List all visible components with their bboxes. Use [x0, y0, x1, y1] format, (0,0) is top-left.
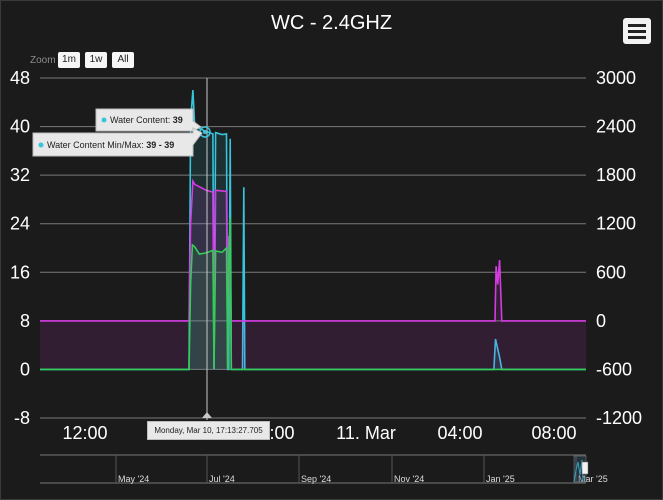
navigator-label: Jan '25	[486, 474, 515, 484]
y-left-tick-label: 32	[10, 165, 30, 185]
y-left-tick-label: 24	[10, 214, 30, 234]
navigator-label: Jul '24	[209, 474, 235, 484]
x-tick-label: 11. Mar	[336, 423, 396, 443]
svg-text:Water Content Min/Max: 39 - 39: Water Content Min/Max: 39 - 39	[47, 140, 174, 150]
y-left-tick-label: 48	[10, 68, 30, 88]
y-right-tick-label: 2400	[596, 117, 636, 137]
chart-svg[interactable]: 48 40 32 24 16 8 0 -8 3000 2400 1800 1200 600 0 -600 -…	[0, 0, 663, 500]
tooltip-minmax-value: 39 - 39	[146, 140, 174, 150]
navigator-label: May '24	[118, 474, 149, 484]
hover-marker-dot	[203, 130, 207, 134]
y-right-tick-label: 1800	[596, 165, 636, 185]
svg-text:Water Content: 39: Water Content: 39	[110, 115, 183, 125]
crosshair-pointer	[202, 412, 212, 418]
tooltip-water-content-minmax: Water Content Min/Max: 39 - 39	[32, 127, 203, 157]
x-tick-label: 04:00	[437, 423, 482, 443]
tooltip-date-label: Monday, Mar 10, 17:13:27.705	[147, 421, 270, 440]
tooltip-minmax-label: Water Content Min/Max:	[47, 140, 146, 150]
y-right-tick-label: 0	[596, 311, 606, 331]
tooltip-wc-value: 39	[173, 115, 183, 125]
y-left-tick-label: 0	[20, 359, 30, 379]
series-area	[40, 181, 586, 370]
y-right-tick-label: 600	[596, 262, 626, 282]
x-tick-label: 08:00	[531, 423, 576, 443]
tooltip-wc-label: Water Content:	[110, 115, 173, 125]
y-left-tick-label: 16	[10, 262, 30, 282]
tooltip-water-content: Water Content: 39	[95, 108, 202, 132]
navigator-label: Nov '24	[394, 474, 424, 484]
y-left-tick-label: -8	[14, 408, 30, 428]
y-right-tick-label: -1200	[596, 408, 642, 428]
navigator-handle[interactable]	[581, 461, 589, 475]
x-tick-label: 12:00	[62, 423, 107, 443]
y-right-tick-label: 1200	[596, 214, 636, 234]
y-left-tick-label: 8	[20, 311, 30, 331]
navigator[interactable]: May '24 Jul '24 Sep '24 Nov '24 Jan '25 Mar '…	[40, 454, 608, 484]
y-right-tick-label: 3000	[596, 68, 636, 88]
navigator-label: Sep '24	[301, 474, 331, 484]
y-left-tick-label: 40	[10, 117, 30, 137]
y-right-tick-label: -600	[596, 359, 632, 379]
